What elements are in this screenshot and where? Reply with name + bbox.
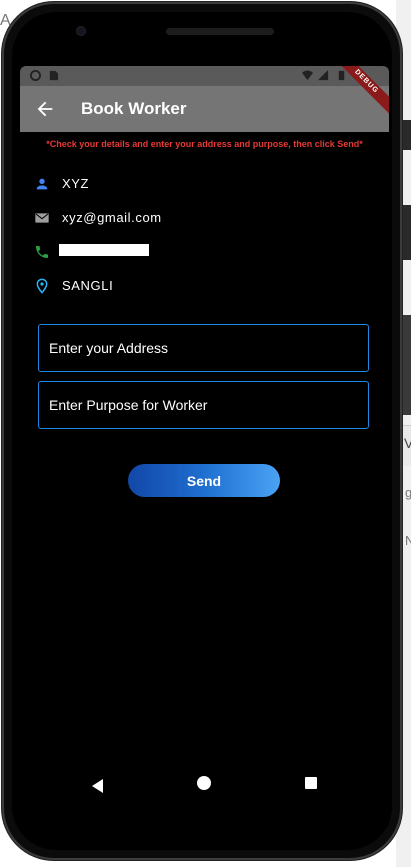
- email-icon: [35, 213, 49, 223]
- person-icon: [36, 178, 48, 190]
- user-name: XYZ: [62, 176, 90, 191]
- phone-frame: 12 Book Worker DEBUG *Check your details…: [2, 2, 402, 860]
- nav-recents-icon[interactable]: [305, 777, 317, 789]
- phone-icon: [36, 246, 48, 258]
- purpose-field: [38, 381, 369, 429]
- sim-card-icon: [49, 70, 59, 81]
- user-email: xyz@gmail.com: [62, 210, 162, 225]
- address-field: [38, 324, 369, 372]
- purpose-input[interactable]: [39, 382, 368, 428]
- app-bar: Book Worker: [20, 86, 389, 132]
- instruction-notice: *Check your details and enter your addre…: [46, 139, 363, 149]
- wifi-icon: [302, 70, 313, 81]
- location-pin-icon: [36, 278, 48, 294]
- send-button[interactable]: Send: [128, 464, 280, 497]
- app-screen: 12 Book Worker DEBUG *Check your details…: [20, 66, 389, 826]
- address-input[interactable]: [39, 325, 368, 371]
- page-title: Book Worker: [81, 99, 187, 118]
- background-text: N: [405, 533, 411, 548]
- settings-status-icon: [30, 70, 41, 81]
- earpiece-speaker: [166, 28, 274, 35]
- background-text: g: [405, 485, 411, 500]
- back-arrow-icon[interactable]: [34, 98, 56, 120]
- nav-home-icon[interactable]: [197, 776, 211, 790]
- front-camera: [76, 26, 86, 36]
- redacted-phone-number: [59, 244, 149, 256]
- battery-icon: [338, 70, 345, 81]
- background-text: V: [404, 435, 411, 451]
- status-bar: 12: [20, 66, 389, 86]
- signal-icon: [318, 70, 329, 81]
- system-nav-bar: [20, 766, 389, 826]
- user-city: SANGLI: [62, 278, 114, 293]
- nav-back-icon[interactable]: [90, 778, 106, 794]
